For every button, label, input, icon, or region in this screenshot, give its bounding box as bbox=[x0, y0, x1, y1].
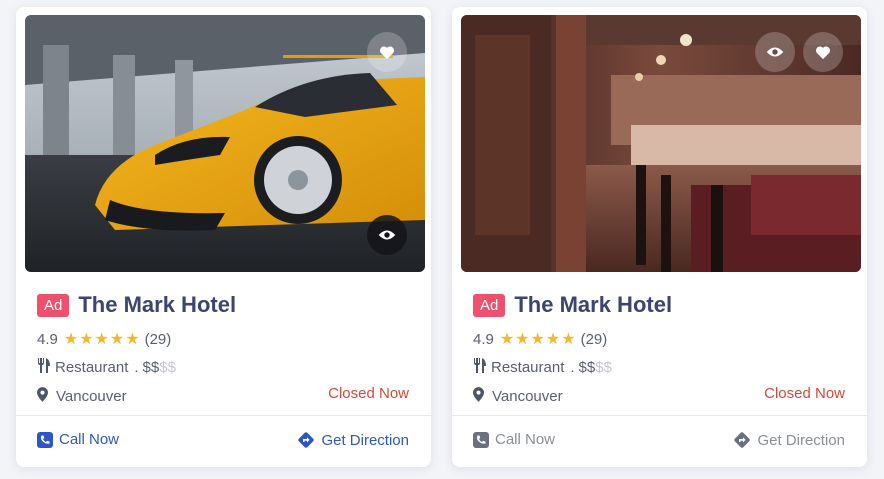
favorite-button[interactable] bbox=[367, 32, 407, 72]
title-row: Ad The Mark Hotel bbox=[473, 292, 672, 318]
call-now-button[interactable]: Call Now bbox=[473, 431, 555, 448]
price-active: $$ bbox=[142, 359, 160, 376]
status-label: Closed Now bbox=[764, 385, 845, 402]
direction-icon bbox=[297, 431, 315, 449]
status-label: Closed Now bbox=[328, 385, 409, 402]
phone-icon bbox=[473, 431, 489, 448]
get-direction-label: Get Direction bbox=[321, 431, 409, 449]
call-now-label: Call Now bbox=[59, 431, 120, 448]
title-row: Ad The Mark Hotel bbox=[37, 292, 236, 318]
category-label: Restaurant bbox=[55, 359, 129, 376]
listing-image[interactable] bbox=[25, 15, 425, 272]
get-direction-button[interactable]: Get Direction bbox=[297, 431, 409, 449]
get-direction-label: Get Direction bbox=[757, 431, 845, 449]
listing-title[interactable]: The Mark Hotel bbox=[514, 292, 672, 318]
divider bbox=[452, 415, 867, 416]
cutlery-icon bbox=[37, 358, 50, 377]
car-photo bbox=[25, 15, 425, 272]
restaurant-photo bbox=[461, 15, 861, 272]
favorite-button[interactable] bbox=[803, 32, 843, 72]
ad-badge: Ad bbox=[473, 293, 506, 317]
rating-value: 4.9 bbox=[37, 330, 58, 348]
price-muted: $$ bbox=[159, 359, 176, 376]
listing-title[interactable]: The Mark Hotel bbox=[78, 292, 236, 318]
heart-icon bbox=[379, 45, 395, 60]
call-now-button[interactable]: Call Now bbox=[37, 431, 119, 448]
eye-icon bbox=[378, 229, 396, 241]
quick-view-button[interactable] bbox=[367, 215, 407, 255]
location-row: Vancouver bbox=[473, 387, 563, 406]
price-active: $$ bbox=[578, 359, 596, 376]
location-label: Vancouver bbox=[492, 388, 563, 405]
rating-row: 4.9 ★★★★★ (29) bbox=[473, 329, 607, 349]
star-icons: ★★★★★ bbox=[63, 331, 141, 348]
location-row: Vancouver bbox=[37, 387, 127, 406]
rating-row: 4.9 ★★★★★ (29) bbox=[37, 329, 171, 349]
cutlery-icon bbox=[473, 358, 486, 377]
location-label: Vancouver bbox=[56, 388, 127, 405]
price-muted: $$ bbox=[595, 359, 612, 376]
get-direction-button[interactable]: Get Direction bbox=[733, 431, 845, 449]
price-separator: . bbox=[570, 359, 575, 376]
divider bbox=[16, 415, 431, 416]
map-pin-icon bbox=[473, 387, 484, 406]
review-count: (29) bbox=[144, 330, 172, 348]
quick-view-button[interactable] bbox=[755, 32, 795, 72]
category-row: Restaurant . $$ $$ bbox=[473, 358, 612, 377]
listing-card[interactable]: Ad The Mark Hotel 4.9 ★★★★★ (29) Restaur… bbox=[16, 7, 431, 467]
listing-card[interactable]: Ad The Mark Hotel 4.9 ★★★★★ (29) Restaur… bbox=[452, 7, 867, 467]
review-count: (29) bbox=[580, 330, 608, 348]
heart-icon bbox=[815, 45, 831, 60]
map-pin-icon bbox=[37, 387, 48, 406]
phone-icon bbox=[37, 431, 53, 448]
listing-image[interactable] bbox=[461, 15, 861, 272]
price-separator: . bbox=[134, 359, 139, 376]
ad-badge: Ad bbox=[37, 293, 70, 317]
eye-icon bbox=[766, 46, 784, 58]
star-icons: ★★★★★ bbox=[499, 331, 577, 348]
category-row: Restaurant . $$ $$ bbox=[37, 358, 176, 377]
rating-value: 4.9 bbox=[473, 330, 494, 348]
category-label: Restaurant bbox=[491, 359, 565, 376]
direction-icon bbox=[733, 431, 751, 449]
call-now-label: Call Now bbox=[495, 431, 556, 448]
